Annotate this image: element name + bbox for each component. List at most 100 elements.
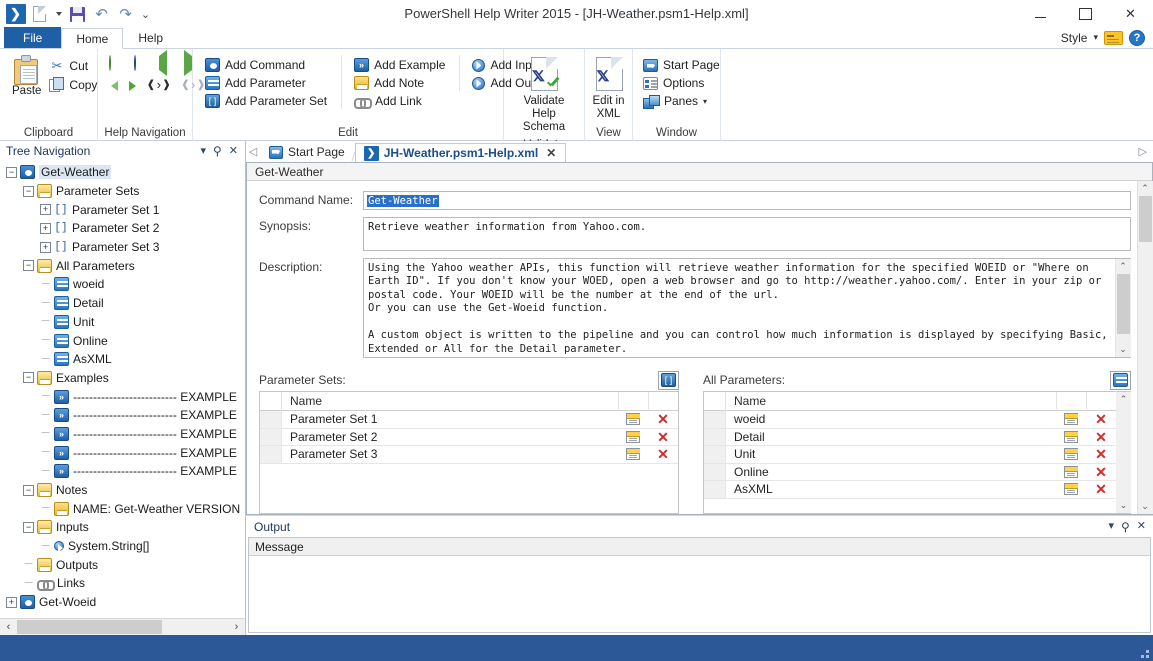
description-scrollbar[interactable]: ⌃ ⌄ xyxy=(1115,259,1131,357)
tree-node-expander[interactable]: − xyxy=(23,260,34,272)
row-selector[interactable] xyxy=(704,446,726,463)
row-delete-button[interactable]: ✕ xyxy=(1086,464,1116,481)
row-delete-button[interactable]: ✕ xyxy=(1086,411,1116,428)
tree-node[interactable]: − Get-Weather xyxy=(0,163,245,182)
tree-scroll-left-button[interactable]: ‹ xyxy=(0,618,17,636)
tree-node[interactable]: ─ Links xyxy=(0,574,245,593)
next-help-item-icon[interactable] xyxy=(134,55,150,72)
row-selector[interactable] xyxy=(704,463,726,480)
row-edit-button[interactable] xyxy=(618,411,648,428)
add-link-button[interactable]: Add Link xyxy=(352,93,449,109)
tree-node-expander[interactable]: + xyxy=(40,241,51,253)
add-command-button[interactable]: Add Command xyxy=(203,57,331,73)
expand-all-icon[interactable]: ❰›❱ xyxy=(147,79,170,92)
redo-icon[interactable]: ↷ xyxy=(115,4,136,25)
tree-node[interactable]: ─ woeid xyxy=(0,275,245,294)
description-scroll-track[interactable] xyxy=(1115,274,1131,342)
tree-node[interactable]: ─ Online xyxy=(0,331,245,350)
row-edit-button[interactable] xyxy=(1056,464,1086,481)
editor-scroll-up-icon[interactable]: ⌃ xyxy=(1137,181,1153,196)
row-delete-button[interactable]: ✕ xyxy=(648,411,678,428)
tree-node-expander[interactable]: − xyxy=(23,372,34,384)
all-parameters-scrollbar[interactable]: ⌃ ⌄ xyxy=(1116,391,1131,514)
tree-pane-dropdown-icon[interactable]: ▾ xyxy=(200,145,206,157)
row-delete-button[interactable]: ✕ xyxy=(1086,481,1116,498)
tree-node[interactable]: ─ Detail xyxy=(0,294,245,313)
row-selector[interactable] xyxy=(704,428,726,445)
editor-vertical-scrollbar[interactable]: ⌃ ⌄ xyxy=(1137,181,1153,514)
description-scroll-down-icon[interactable]: ⌄ xyxy=(1115,342,1131,357)
row-edit-button[interactable] xyxy=(618,446,648,463)
tab-close-icon[interactable]: ✕ xyxy=(546,146,556,160)
tree-node[interactable]: − Parameter Sets xyxy=(0,182,245,201)
add-parameter-set-button[interactable]: [ ] Add Parameter Set xyxy=(203,93,331,109)
tree-pane-close-icon[interactable]: ✕ xyxy=(229,145,238,157)
row-delete-button[interactable]: ✕ xyxy=(648,446,678,463)
table-row[interactable]: Parameter Set 3 ✕ xyxy=(260,446,678,464)
paste-button[interactable]: Paste xyxy=(6,53,47,100)
output-grid-body[interactable] xyxy=(249,556,1150,632)
row-selector[interactable] xyxy=(704,481,726,498)
maximize-button[interactable] xyxy=(1063,0,1108,28)
ribbon-tab-file[interactable]: File xyxy=(4,27,62,48)
tree-node[interactable]: − Notes xyxy=(0,481,245,500)
tree-node[interactable]: − Inputs xyxy=(0,518,245,537)
all-parameters-scroll-track[interactable] xyxy=(1116,407,1131,498)
tree-node[interactable]: ─ System.String[] xyxy=(0,537,245,556)
tab-scroll-right-icon[interactable]: ▷ xyxy=(1139,141,1153,162)
description-scroll-up-icon[interactable]: ⌃ xyxy=(1115,259,1131,274)
table-row[interactable]: Parameter Set 1 ✕ xyxy=(260,411,678,429)
row-edit-button[interactable] xyxy=(1056,446,1086,463)
add-parameter-button[interactable] xyxy=(1110,370,1131,390)
table-row[interactable]: Unit ✕ xyxy=(704,446,1116,464)
parameter-sets-grid[interactable]: Name Parameter Set 1 ✕ Parameter Set 2 ✕ Par… xyxy=(259,391,679,514)
tree-horizontal-scrollbar[interactable]: ‹ › xyxy=(0,618,245,636)
table-row[interactable]: Online ✕ xyxy=(704,463,1116,481)
tab-jh-weather-help-xml[interactable]: ❯ JH-Weather.psm1-Help.xml ✕ xyxy=(354,143,567,163)
row-selector[interactable] xyxy=(260,446,282,463)
tree-scroll-right-button[interactable]: › xyxy=(228,618,245,636)
ribbon-tab-help[interactable]: Help xyxy=(123,27,178,48)
row-edit-button[interactable] xyxy=(1056,411,1086,428)
row-edit-button[interactable] xyxy=(618,429,648,446)
tree-node[interactable]: ─ » -------------------------- EXAMPLE xyxy=(0,425,245,444)
table-row[interactable]: woeid ✕ xyxy=(704,411,1116,429)
all-parameters-grid[interactable]: Name woeid ✕ Detail ✕ Unit ✕ Online ✕ AsXML ✕ xyxy=(703,391,1116,514)
copy-button[interactable]: Copy xyxy=(47,76,101,93)
app-logo-icon[interactable]: ❯ xyxy=(5,4,26,25)
editor-scroll-track[interactable] xyxy=(1137,196,1153,499)
tree-node[interactable]: ─ » -------------------------- EXAMPLE xyxy=(0,387,245,406)
output-pane-dropdown-icon[interactable]: ▾ xyxy=(1108,521,1114,532)
help-icon[interactable]: ? xyxy=(1129,29,1145,46)
add-note-button[interactable]: Add Note xyxy=(352,75,449,91)
undo-icon[interactable]: ↶ xyxy=(91,4,112,25)
style-swatch-icon[interactable] xyxy=(1104,30,1123,45)
tree-node[interactable]: ─ NAME: Get-Weather VERSION xyxy=(0,499,245,518)
tree-node[interactable]: ─ » -------------------------- EXAMPLE xyxy=(0,462,245,481)
add-example-button[interactable]: » Add Example xyxy=(352,57,449,73)
description-input[interactable]: Using the Yahoo weather APIs, this funct… xyxy=(363,258,1131,358)
editor-scroll-thumb[interactable] xyxy=(1138,196,1152,242)
tree-view[interactable]: − Get-Weather − Parameter Sets +[] Parameter … xyxy=(0,161,245,618)
tree-node[interactable]: ─ Unit xyxy=(0,313,245,332)
tree-node-expander[interactable]: + xyxy=(40,204,51,216)
tree-node-expander[interactable]: + xyxy=(40,222,51,234)
new-document-icon[interactable] xyxy=(29,4,50,25)
all-parameters-scroll-up-icon[interactable]: ⌃ xyxy=(1116,392,1131,407)
row-edit-button[interactable] xyxy=(1056,429,1086,446)
tree-node[interactable]: ─ Outputs xyxy=(0,555,245,574)
table-row[interactable]: Detail ✕ xyxy=(704,428,1116,446)
tree-pane-pin-icon[interactable]: ⚲ xyxy=(213,144,222,158)
panes-button[interactable]: Panes ▾ xyxy=(641,93,724,109)
tree-node[interactable]: +[] Parameter Set 1 xyxy=(0,200,245,219)
tree-node-expander[interactable]: − xyxy=(23,484,34,496)
row-delete-button[interactable]: ✕ xyxy=(1086,429,1116,446)
command-name-input[interactable]: Get-Weather xyxy=(363,191,1131,210)
add-parameter-button[interactable]: Add Parameter xyxy=(203,75,331,91)
tab-scroll-left-icon[interactable]: ◁ xyxy=(246,141,260,162)
row-selector[interactable] xyxy=(260,428,282,445)
tree-node-expander[interactable]: − xyxy=(6,166,17,178)
tree-node[interactable]: +[] Parameter Set 2 xyxy=(0,219,245,238)
previous-help-item-icon[interactable] xyxy=(109,55,125,72)
tree-node-expander[interactable]: − xyxy=(23,185,34,197)
